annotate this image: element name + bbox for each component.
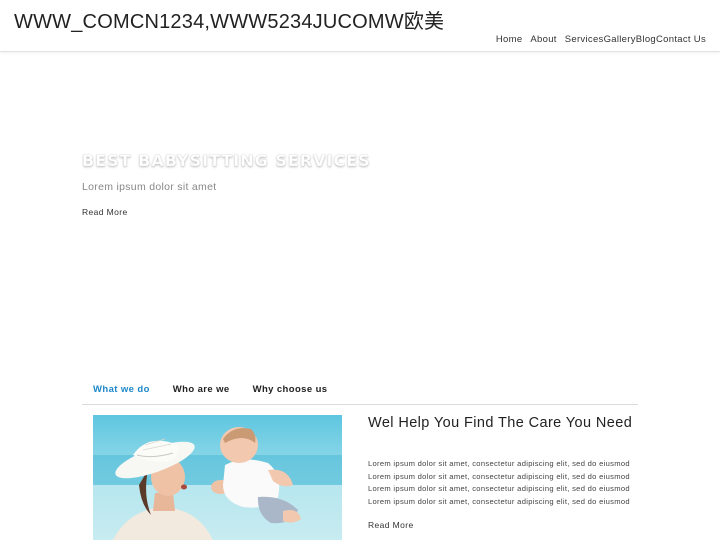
content-title: Wel Help You Find The Care You Need [368,415,633,431]
content-paragraph: Lorem ipsum dolor sit amet, consectetur … [368,458,630,508]
mother-baby-photo [93,415,342,540]
site-header: WWW_COMCN1234,WWW5234JUCOMW欧美 Home About… [0,0,720,52]
content-line: Lorem ipsum dolor sit amet, consectetur … [368,484,630,493]
content-read-more-button[interactable]: Read More [368,520,414,530]
hero-subtitle: Lorem ipsum dolor sit amet [82,181,217,193]
tab-what-we-do[interactable]: What we do [82,377,162,404]
mother-baby-illustration [93,427,342,540]
nav-contact[interactable]: Contact Us [656,34,706,45]
tab-why-choose-us[interactable]: Why choose us [242,377,340,404]
nav-blog[interactable]: Blog [636,34,656,45]
nav-services[interactable]: Services [565,34,604,45]
main-nav: Home About Services Gallery Blog Contact… [496,34,706,45]
nav-home[interactable]: Home [496,34,523,45]
content-line: Lorem ipsum dolor sit amet, consectetur … [368,496,630,506]
nav-gallery[interactable]: Gallery [604,34,636,45]
hero-title: BEST BABYSITTING SERVICES [82,151,371,170]
nav-about[interactable]: About [530,34,556,45]
content-line: Lorem ipsum dolor sit amet, consectetur … [368,459,630,468]
content-line: Lorem ipsum dolor sit amet, consectetur … [368,471,630,481]
site-title[interactable]: WWW_COMCN1234,WWW5234JUCOMW欧美 [14,5,444,34]
hero-read-more-button[interactable]: Read More [82,207,128,217]
content-tabs: What we do Who are we Why choose us [82,377,638,405]
tab-who-are-we[interactable]: Who are we [162,377,242,404]
